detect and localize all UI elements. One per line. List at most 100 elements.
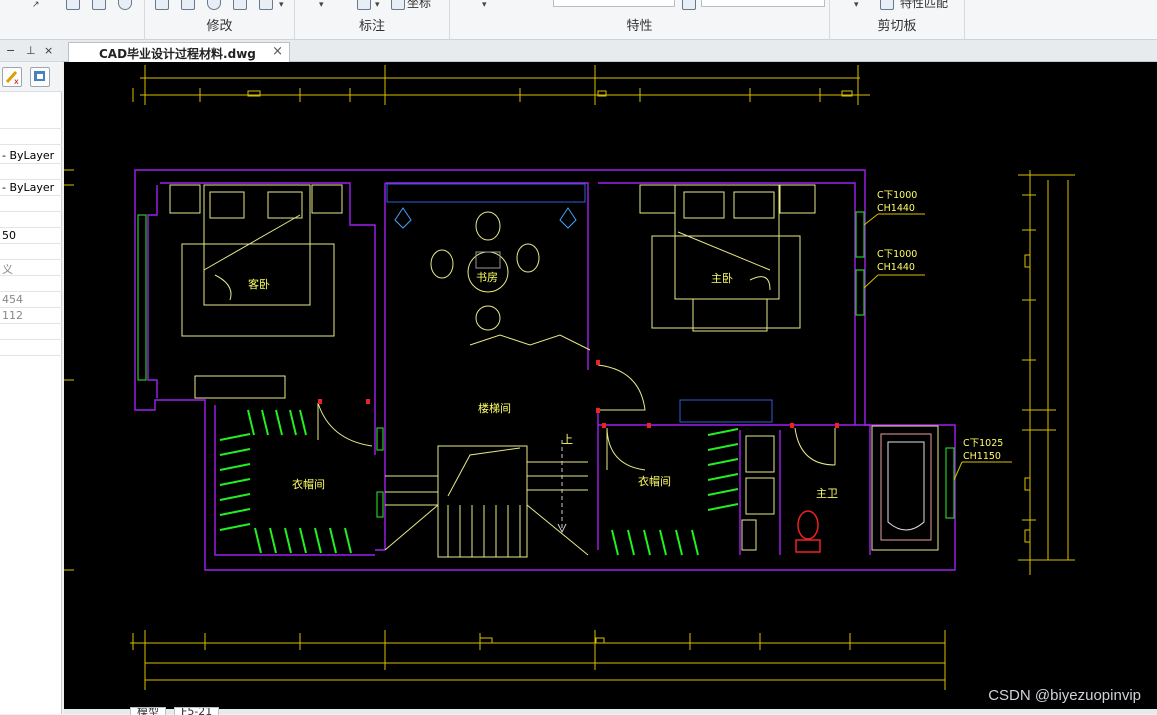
ribbon-group-label: 剪切板 xyxy=(830,15,964,34)
bathtub-basin xyxy=(888,442,924,530)
layout-tab-bar: 模型 F5-21 xyxy=(64,709,1157,714)
coordinate-icon[interactable] xyxy=(391,0,405,10)
array-icon[interactable] xyxy=(233,0,247,10)
document-tab-title: CAD毕业设计过程材料.dwg xyxy=(99,45,256,62)
pin-icon[interactable]: ⊥ xyxy=(26,44,36,57)
stairs xyxy=(385,446,588,557)
chevron-down-icon[interactable]: ▾ xyxy=(279,0,284,10)
match-properties-button[interactable]: 特性匹配 xyxy=(900,0,948,11)
ribbon-group-clipboard: ▾ 特性匹配 剪切板 xyxy=(830,0,965,40)
coordinate-label[interactable]: 坐标 xyxy=(407,0,431,11)
window-tag: CH1150 xyxy=(963,451,1001,462)
property-value: 50 xyxy=(2,229,16,242)
window-tag: C下1025 xyxy=(963,438,1003,449)
arrow-icon[interactable]: ↗ xyxy=(32,0,40,10)
bottom-dimensions xyxy=(130,630,945,690)
property-row[interactable]: 义 xyxy=(0,260,62,276)
room-label: 衣帽间 xyxy=(292,477,325,491)
ribbon-group-label: 标注 xyxy=(295,15,449,34)
property-row[interactable] xyxy=(0,244,62,260)
property-value: 义 xyxy=(2,261,13,276)
property-row[interactable] xyxy=(0,340,62,356)
chevron-down-icon[interactable]: ▾ xyxy=(482,0,487,10)
match-properties-icon[interactable] xyxy=(880,0,894,10)
property-value: - ByLayer xyxy=(2,149,54,162)
panel-header: − ⊥ × xyxy=(0,40,62,62)
copy-icon[interactable] xyxy=(92,0,106,10)
ribbon-group-modify: ▾ 修改 xyxy=(145,0,295,40)
window-tag: CH1440 xyxy=(877,262,915,273)
floor-plan: 客卧 书房 主卧 楼梯间 衣帽间 衣帽间 主卫 上 C下1000 CH1440 … xyxy=(64,62,1157,709)
property-row[interactable] xyxy=(0,113,62,129)
chevron-down-icon[interactable]: ▾ xyxy=(854,0,859,10)
room-label: 衣帽间 xyxy=(638,474,671,488)
stair-label: 上 xyxy=(562,433,573,446)
ribbon: ↗ ▾ 修改 ▾ ▾ 坐标 标注 ▾ 特性 ▾ 特性匹配 剪切板 xyxy=(0,0,1157,40)
windows xyxy=(138,212,954,518)
close-icon[interactable]: × xyxy=(44,44,53,57)
chevron-down-icon[interactable]: ▾ xyxy=(319,0,324,10)
room-label: 书房 xyxy=(476,271,498,284)
clock-icon[interactable] xyxy=(207,0,221,10)
minus-icon[interactable]: − xyxy=(6,44,15,57)
property-value: 112 xyxy=(2,309,23,322)
color-select[interactable] xyxy=(553,0,675,7)
globe-icon[interactable] xyxy=(118,0,132,10)
stretch-icon[interactable] xyxy=(155,0,169,10)
toilet xyxy=(796,511,820,552)
trim-icon[interactable] xyxy=(66,0,80,10)
properties-panel: − ⊥ × x - ByLayer - ByLayer 50 义 454 112 xyxy=(0,40,62,714)
room-label: 楼梯间 xyxy=(478,401,511,415)
window-tag: C下1000 xyxy=(877,190,917,201)
property-row[interactable] xyxy=(0,164,62,180)
watermark: CSDN @biyezuopinvip xyxy=(988,687,1141,704)
property-value: 454 xyxy=(2,293,23,306)
property-row-y[interactable]: 112 xyxy=(0,308,62,324)
ribbon-group-properties: ▾ 特性 xyxy=(450,0,830,40)
close-icon[interactable]: × xyxy=(272,44,283,59)
walls xyxy=(135,170,955,570)
property-row-x[interactable]: 454 xyxy=(0,292,62,308)
ribbon-group-draw: ↗ xyxy=(0,0,145,40)
edit-icon[interactable] xyxy=(259,0,273,10)
ribbon-group-label: 特性 xyxy=(450,15,829,34)
study-furniture xyxy=(387,184,590,350)
door-markers xyxy=(318,360,839,428)
property-row[interactable] xyxy=(0,276,62,292)
room-labels: 客卧 书房 主卧 楼梯间 衣帽间 衣帽间 主卫 上 xyxy=(248,271,838,500)
drawing-canvas[interactable]: 客卧 书房 主卧 楼梯间 衣帽间 衣帽间 主卫 上 C下1000 CH1440 … xyxy=(64,62,1157,709)
document-tab[interactable]: CAD毕业设计过程材料.dwg × xyxy=(68,42,290,62)
window-tag: CH1440 xyxy=(877,203,915,214)
doors xyxy=(318,365,835,470)
document-tab-bar: CAD毕业设计过程材料.dwg × xyxy=(62,40,1157,62)
left-dimensions xyxy=(64,170,74,570)
property-row[interactable] xyxy=(0,212,62,228)
ribbon-group-label: 修改 xyxy=(145,15,294,34)
property-row-scale[interactable]: 50 xyxy=(0,228,62,244)
chevron-down-icon[interactable]: ▾ xyxy=(375,0,380,10)
property-value: - ByLayer xyxy=(2,181,54,194)
ribbon-group-annotate: ▾ ▾ 坐标 标注 xyxy=(295,0,450,40)
panel-toolbar: x xyxy=(0,62,62,92)
window-tags: C下1000 CH1440 C下1000 CH1440 C下1025 CH115… xyxy=(877,190,1003,462)
window-tag: C下1000 xyxy=(877,249,917,260)
right-dimensions xyxy=(1018,170,1075,575)
room-label: 主卫 xyxy=(816,487,838,500)
linetype-icon[interactable] xyxy=(682,0,696,10)
room-label: 客卧 xyxy=(248,277,270,291)
guest-bedroom-furniture xyxy=(170,185,342,398)
quick-select-icon[interactable] xyxy=(30,67,50,87)
bathroom-fixtures xyxy=(742,426,938,550)
room-label: 主卧 xyxy=(711,272,733,285)
linetype-select[interactable] xyxy=(701,0,825,7)
svg-text:x: x xyxy=(14,77,19,86)
master-bedroom-furniture xyxy=(640,185,815,422)
property-row[interactable] xyxy=(0,129,62,145)
property-row[interactable] xyxy=(0,196,62,212)
select-objects-icon[interactable]: x xyxy=(2,67,22,87)
scale-icon[interactable] xyxy=(181,0,195,10)
property-row[interactable] xyxy=(0,324,62,340)
property-row-color[interactable]: - ByLayer xyxy=(0,148,62,164)
property-row-linetype[interactable]: - ByLayer xyxy=(0,180,62,196)
dimension-icon[interactable] xyxy=(357,0,371,10)
